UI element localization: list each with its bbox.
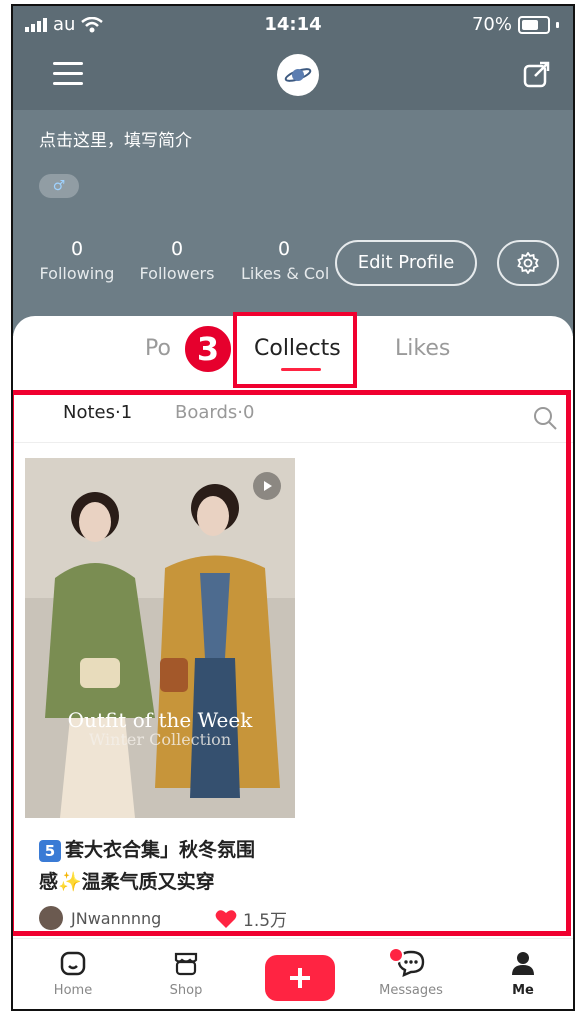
battery-icon <box>518 15 550 34</box>
planet-avatar-icon[interactable] <box>277 54 319 96</box>
battery-percent: 70% <box>471 14 512 35</box>
following-label: Following <box>39 264 115 283</box>
followers-label: Followers <box>139 264 215 283</box>
nav-shop-label: Shop <box>169 983 203 998</box>
likes-collects-label: Likes & Col <box>241 264 330 283</box>
tab-likes[interactable]: Likes <box>395 336 450 361</box>
collects-highlight-box <box>233 312 357 388</box>
status-right: 70% <box>472 14 559 35</box>
bio-placeholder[interactable]: 点击这里，填写简介 <box>39 126 192 151</box>
nav-shop[interactable]: Shop <box>146 949 226 998</box>
nav-messages-label: Messages <box>379 983 443 998</box>
stat-following[interactable]: 0 Following <box>39 238 115 283</box>
hamburger-menu-icon[interactable] <box>53 62 83 88</box>
bottom-navigation: Home Shop Messages Me <box>13 938 573 1009</box>
gender-badge: ♂ <box>39 174 79 198</box>
plus-icon <box>290 968 310 988</box>
gear-icon <box>517 252 539 274</box>
person-icon <box>512 952 534 975</box>
notification-dot <box>388 947 404 963</box>
nav-messages[interactable]: Messages <box>371 947 451 998</box>
nav-home[interactable]: Home <box>33 949 113 998</box>
nav-me-label: Me <box>512 983 534 998</box>
followers-count: 0 <box>170 238 184 260</box>
settings-button[interactable] <box>497 240 559 286</box>
tab-posts[interactable]: Po <box>145 336 171 361</box>
home-icon <box>60 951 86 976</box>
edit-profile-button[interactable]: Edit Profile <box>335 240 477 286</box>
notes-highlight-box <box>13 390 571 936</box>
shop-icon <box>174 952 198 976</box>
stat-followers[interactable]: 0 Followers <box>139 238 215 283</box>
step-number-badge: 3 <box>183 324 233 374</box>
likes-collects-count: 0 <box>277 238 291 260</box>
messages-icon-wrap <box>388 947 426 981</box>
share-icon[interactable] <box>523 60 551 88</box>
create-post-button[interactable] <box>265 955 335 1001</box>
following-count: 0 <box>70 238 84 260</box>
nav-me[interactable]: Me <box>483 949 563 998</box>
status-bar: au 14:14 70% <box>13 14 573 40</box>
nav-home-label: Home <box>53 983 93 998</box>
stat-likes-collects[interactable]: 0 Likes & Col <box>241 238 330 283</box>
battery-tip <box>556 21 559 28</box>
phone-screen: au 14:14 70% 点击这里，填写简介 ♂ 0 Following 0 F… <box>11 4 575 1011</box>
